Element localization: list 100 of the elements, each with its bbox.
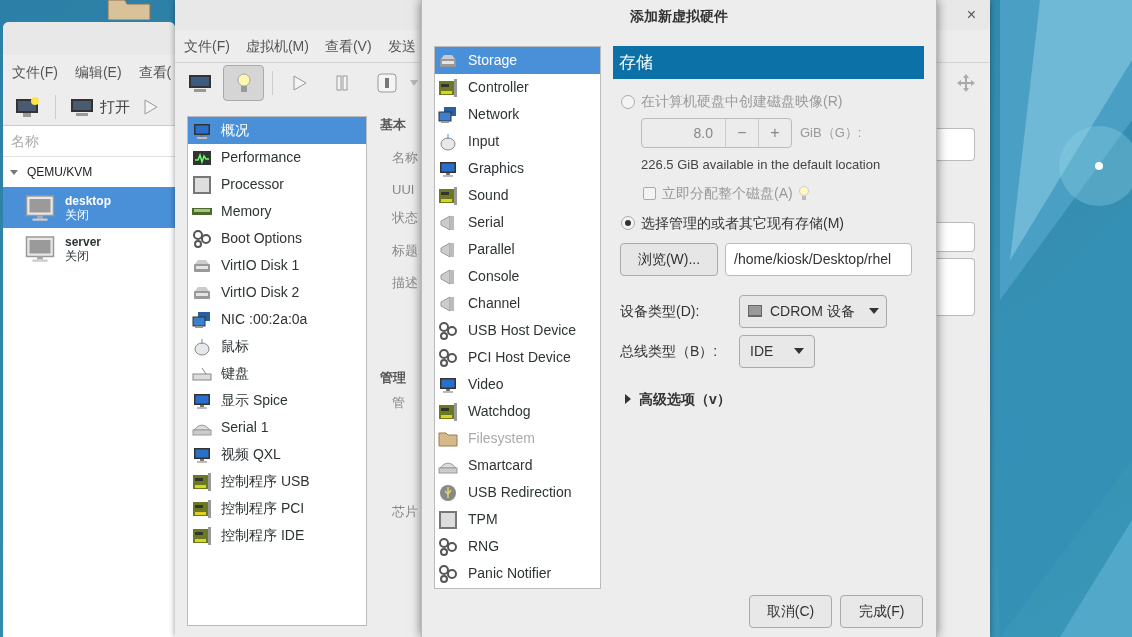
memory-icon: [192, 208, 212, 215]
hardware-item[interactable]: TPM: [435, 506, 600, 533]
expander-icon[interactable]: [9, 167, 19, 177]
power-icon[interactable]: [377, 72, 397, 93]
caret-icon: [868, 308, 879, 314]
new-vm-icon[interactable]: [15, 96, 41, 118]
network-icon: [192, 309, 212, 330]
existing-storage-radio[interactable]: 选择管理的或者其它现有存储(M): [613, 212, 924, 234]
device-item[interactable]: 键盘: [188, 360, 366, 387]
device-item[interactable]: 鼠标: [188, 333, 366, 360]
hardware-item[interactable]: Sound: [435, 182, 600, 209]
details-button[interactable]: [223, 64, 264, 101]
chip-icon: [438, 509, 458, 530]
section-heading: 管理: [380, 369, 407, 387]
mouse-icon: [192, 336, 212, 357]
hardware-item[interactable]: Console: [435, 263, 600, 290]
path-field[interactable]: /home/kiosk/Desktop/rhel: [725, 242, 912, 276]
hardware-item[interactable]: Parallel: [435, 236, 600, 263]
move-icon[interactable]: [956, 72, 976, 93]
menu-item[interactable]: 虚拟机(M): [245, 35, 309, 57]
hardware-item[interactable]: Watchdog: [435, 398, 600, 425]
hardware-item[interactable]: USB Host Device: [435, 317, 600, 344]
browse-button[interactable]: 浏览(W)...: [620, 242, 718, 276]
section-title: 存储: [619, 51, 653, 74]
hardware-item[interactable]: Channel: [435, 290, 600, 317]
card-icon: [192, 525, 212, 546]
vm-row[interactable]: server 关闭: [3, 228, 175, 269]
hardware-item[interactable]: Smartcard: [435, 452, 600, 479]
usb-icon: [438, 482, 458, 503]
caret-icon[interactable]: [410, 79, 418, 86]
vm-name: desktop: [65, 193, 111, 208]
field-label: 标题: [391, 242, 419, 260]
lightbulb-icon: [798, 185, 809, 201]
device-item[interactable]: Serial 1: [188, 414, 366, 441]
card-icon: [438, 185, 458, 206]
gears-icon: [438, 563, 458, 584]
device-item[interactable]: VirtIO Disk 2: [188, 279, 366, 306]
menu-item[interactable]: 文件(F): [12, 61, 58, 83]
hardware-item[interactable]: Serial: [435, 209, 600, 236]
name-field[interactable]: [937, 128, 975, 161]
field-label: UUI: [391, 181, 416, 199]
card-icon: [192, 471, 212, 492]
bus-type-dropdown[interactable]: IDE: [739, 334, 815, 368]
card-icon: [438, 401, 458, 422]
available-space-text: 226.5 GiB available in the default location: [641, 156, 882, 174]
device-item[interactable]: NIC :00:2a:0a: [188, 306, 366, 333]
vm-status: 关闭: [65, 248, 90, 263]
size-unit: GiB（G）:: [800, 124, 862, 143]
device-item[interactable]: Boot Options: [188, 225, 366, 252]
menu-item[interactable]: 编辑(E): [74, 61, 122, 83]
chip-icon: [192, 174, 212, 195]
close-button[interactable]: ×: [966, 3, 976, 27]
hardware-item[interactable]: Input: [435, 128, 600, 155]
card-icon: [438, 77, 458, 98]
play-icon[interactable]: [144, 99, 158, 115]
device-type-dropdown[interactable]: CDROM 设备: [739, 294, 887, 328]
device-item[interactable]: Memory: [188, 198, 366, 225]
field-label: 描述: [391, 274, 419, 292]
gears-icon: [438, 320, 458, 341]
device-type-label: 设备类型(D):: [620, 301, 701, 321]
gears-icon: [438, 347, 458, 368]
device-item[interactable]: 视频 QXL: [188, 441, 366, 468]
hardware-item[interactable]: Video: [435, 371, 600, 398]
menu-item[interactable]: 查看(: [138, 61, 172, 83]
dialog-title: 添加新虚拟硬件: [630, 6, 728, 26]
hardware-item[interactable]: USB Redirection: [435, 479, 600, 506]
vm-name: server: [65, 234, 102, 249]
device-item[interactable]: VirtIO Disk 1: [188, 252, 366, 279]
hardware-item[interactable]: PCI Host Device: [435, 344, 600, 371]
connection-name: QEMU/KVM: [27, 164, 93, 181]
field-label: 状态: [391, 209, 419, 227]
dialog-button[interactable]: 完成(F): [840, 595, 923, 628]
menu-item[interactable]: 查看(V): [324, 35, 372, 57]
expander-icon: [625, 394, 631, 404]
field-label: 芯片: [391, 503, 419, 521]
advanced-options-expander[interactable]: 高级选项（v）: [625, 388, 731, 410]
hardware-item[interactable]: RNG: [435, 533, 600, 560]
device-item[interactable]: Performance: [188, 144, 366, 171]
hardware-item[interactable]: Controller: [435, 74, 600, 101]
hardware-item[interactable]: Graphics: [435, 155, 600, 182]
vm-status: 关闭: [65, 207, 89, 222]
device-item[interactable]: 显示 Spice: [188, 387, 366, 414]
open-button[interactable]: 打开: [70, 95, 130, 119]
description-field[interactable]: [937, 258, 975, 316]
menu-item[interactable]: 文件(F): [184, 35, 230, 57]
monitor-icon: [70, 97, 94, 117]
menu-item[interactable]: 发送: [387, 35, 416, 57]
network-icon: [438, 104, 458, 125]
device-item[interactable]: 控制程序 USB: [188, 468, 366, 495]
hardware-item[interactable]: Panic Notifier: [435, 560, 600, 587]
monitor-icon: [23, 233, 57, 264]
dialog-button[interactable]: 取消(C): [749, 595, 832, 628]
pause-icon[interactable]: [336, 74, 348, 91]
play-icon[interactable]: [293, 74, 307, 91]
device-item[interactable]: Processor: [188, 171, 366, 198]
device-item[interactable]: 控制程序 IDE: [188, 522, 366, 549]
hardware-item[interactable]: Network: [435, 101, 600, 128]
title-field[interactable]: [937, 222, 975, 252]
disc-drive-icon: [748, 305, 762, 317]
device-item[interactable]: 控制程序 PCI: [188, 495, 366, 522]
